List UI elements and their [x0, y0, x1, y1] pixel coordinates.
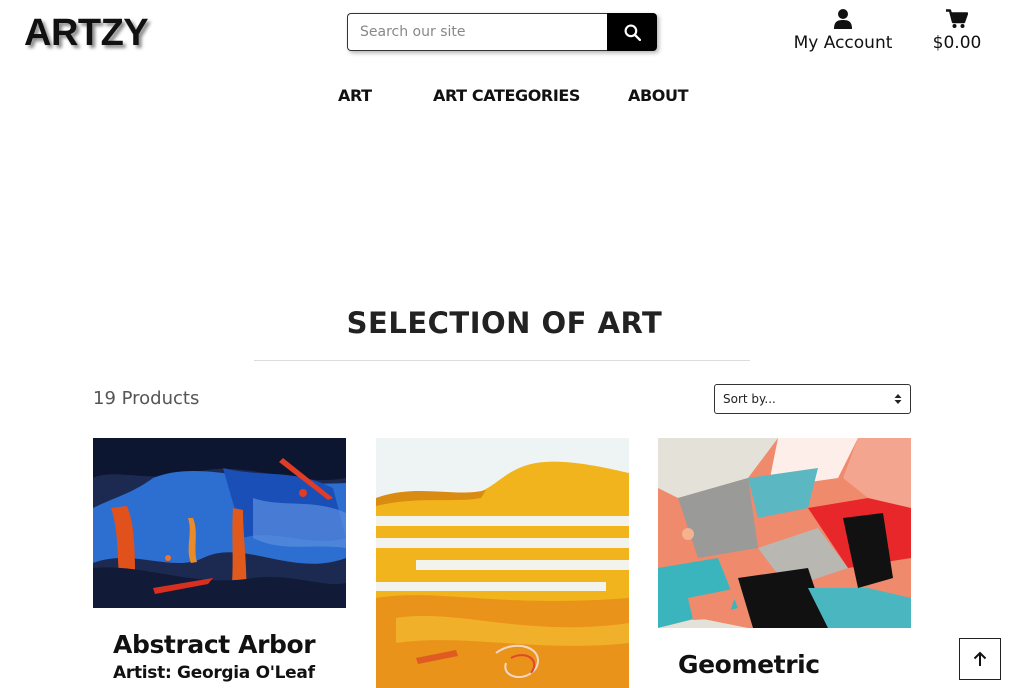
my-account-label: My Account	[793, 33, 893, 53]
search-icon	[624, 24, 641, 41]
back-to-top-button[interactable]	[959, 638, 1001, 680]
product-count: 19 Products	[93, 388, 200, 409]
product-artist: Artist: Georgia O'Leaf	[113, 663, 315, 683]
search-button[interactable]	[607, 13, 657, 51]
product-image[interactable]	[376, 438, 629, 688]
yellow-stripes-painting-image	[376, 438, 629, 688]
cart-icon	[946, 9, 968, 28]
sort-select[interactable]: Sort by...	[714, 384, 911, 414]
product-image[interactable]	[658, 438, 911, 628]
user-icon	[834, 9, 852, 29]
product-card[interactable]: Geometric	[658, 438, 911, 679]
abstract-painting-image	[93, 438, 346, 608]
product-image[interactable]	[93, 438, 346, 608]
product-title[interactable]: Geometric	[678, 650, 911, 679]
product-title[interactable]: Abstract Arbor	[113, 630, 346, 659]
main-nav: ART ART CATEGORIES ABOUT	[0, 86, 1009, 108]
nav-item-about[interactable]: ABOUT	[628, 86, 688, 105]
product-card[interactable]	[376, 438, 629, 688]
nav-item-art-categories[interactable]: ART CATEGORIES	[433, 86, 580, 105]
my-account-link[interactable]: My Account	[792, 7, 894, 53]
geometric-painting-image	[658, 438, 911, 628]
cart-link[interactable]: $0.00	[925, 7, 989, 53]
site-logo[interactable]: ARTZY	[24, 12, 149, 55]
search-bar	[347, 13, 657, 51]
page-title: SELECTION OF ART	[346, 306, 663, 340]
cart-total: $0.00	[932, 33, 982, 53]
sort-arrows-icon	[894, 394, 902, 404]
product-card[interactable]: Abstract Arbor Artist: Georgia O'Leaf	[93, 438, 346, 683]
search-input[interactable]	[347, 13, 607, 51]
arrow-up-icon	[973, 651, 987, 666]
nav-item-art[interactable]: ART	[338, 86, 372, 105]
title-divider	[254, 360, 750, 361]
sort-selected-value: Sort by...	[723, 392, 776, 406]
